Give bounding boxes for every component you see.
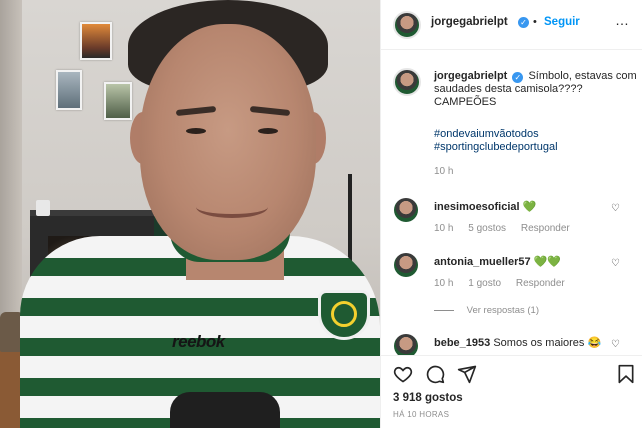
sporting-crest-icon: [318, 290, 370, 340]
smile: [196, 196, 268, 218]
comment-likes[interactable]: 5 gostos: [468, 223, 506, 234]
commenter-avatar[interactable]: [394, 253, 418, 277]
view-replies-label: Ver respostas (1): [466, 305, 539, 316]
face: [140, 24, 316, 260]
comment-likes[interactable]: 1 gosto: [468, 278, 501, 289]
post-caption: jorgegabrielpt ✓ Símbolo, estavas com sa…: [434, 70, 639, 109]
eye: [258, 128, 278, 134]
wall-picture: [56, 70, 82, 110]
comment-username[interactable]: inesimoesoficial: [434, 201, 520, 213]
author-avatar[interactable]: [393, 11, 421, 39]
lamp: [36, 200, 50, 216]
wall-picture: [104, 82, 132, 120]
comment-like-heart-icon[interactable]: ♡: [611, 258, 620, 269]
hashtag-link[interactable]: #ondevaiumvãotodos: [434, 128, 558, 141]
commenter-avatar[interactable]: [394, 198, 418, 222]
comment-text: 💚💚: [533, 256, 562, 268]
more-options-icon[interactable]: …: [615, 12, 630, 28]
comment-like-heart-icon[interactable]: ♡: [611, 203, 620, 214]
likes-count[interactable]: 3 918 gostos: [393, 392, 463, 404]
separator-dot: •: [533, 16, 537, 28]
comment-username[interactable]: antonia_mueller57: [434, 256, 531, 268]
post-photo[interactable]: reebok: [0, 0, 380, 428]
caption-username[interactable]: jorgegabrielpt: [434, 70, 507, 82]
wall-picture: [80, 22, 112, 60]
post-actions-footer: 3 918 gostos HÁ 10 HORAS: [381, 355, 642, 428]
verified-badge-icon: ✓: [518, 17, 529, 28]
arm: [170, 392, 280, 428]
verified-badge-icon: ✓: [512, 72, 524, 83]
replies-divider: [434, 309, 454, 311]
post-header: jorgegabrielpt ✓ • Seguir …: [381, 0, 642, 50]
comment-text: 💚: [522, 201, 537, 213]
comment-like-heart-icon[interactable]: ♡: [611, 339, 620, 350]
bookmark-icon[interactable]: [617, 364, 635, 384]
comment-username[interactable]: bebe_1953: [434, 337, 490, 349]
heart-icon[interactable]: [393, 364, 413, 384]
eye: [186, 128, 206, 134]
view-replies-button[interactable]: Ver respostas (1): [434, 305, 539, 316]
jersey-logo-text: reebok: [172, 332, 225, 351]
comment-text: Somos os maiores 😂: [493, 337, 602, 349]
hashtags: #ondevaiumvãotodos #sportingclubedeportu…: [434, 128, 558, 154]
post-timestamp[interactable]: HÁ 10 HORAS: [393, 410, 449, 419]
comment-time[interactable]: 10 h: [434, 278, 453, 289]
caption-time[interactable]: 10 h: [434, 166, 453, 177]
hashtag-link[interactable]: #sportingclubedeportugal: [434, 141, 558, 154]
reply-button[interactable]: Responder: [516, 278, 565, 289]
comment-time[interactable]: 10 h: [434, 223, 453, 234]
author-username[interactable]: jorgegabrielpt: [431, 16, 508, 28]
paper-plane-icon[interactable]: [457, 364, 477, 384]
reply-button[interactable]: Responder: [521, 223, 570, 234]
post-side-panel: jorgegabrielpt ✓ • Seguir … jorgegabriel…: [380, 0, 642, 428]
follow-button[interactable]: Seguir: [544, 16, 580, 28]
comment-icon[interactable]: [425, 364, 445, 384]
caption-author-avatar[interactable]: [393, 68, 421, 96]
